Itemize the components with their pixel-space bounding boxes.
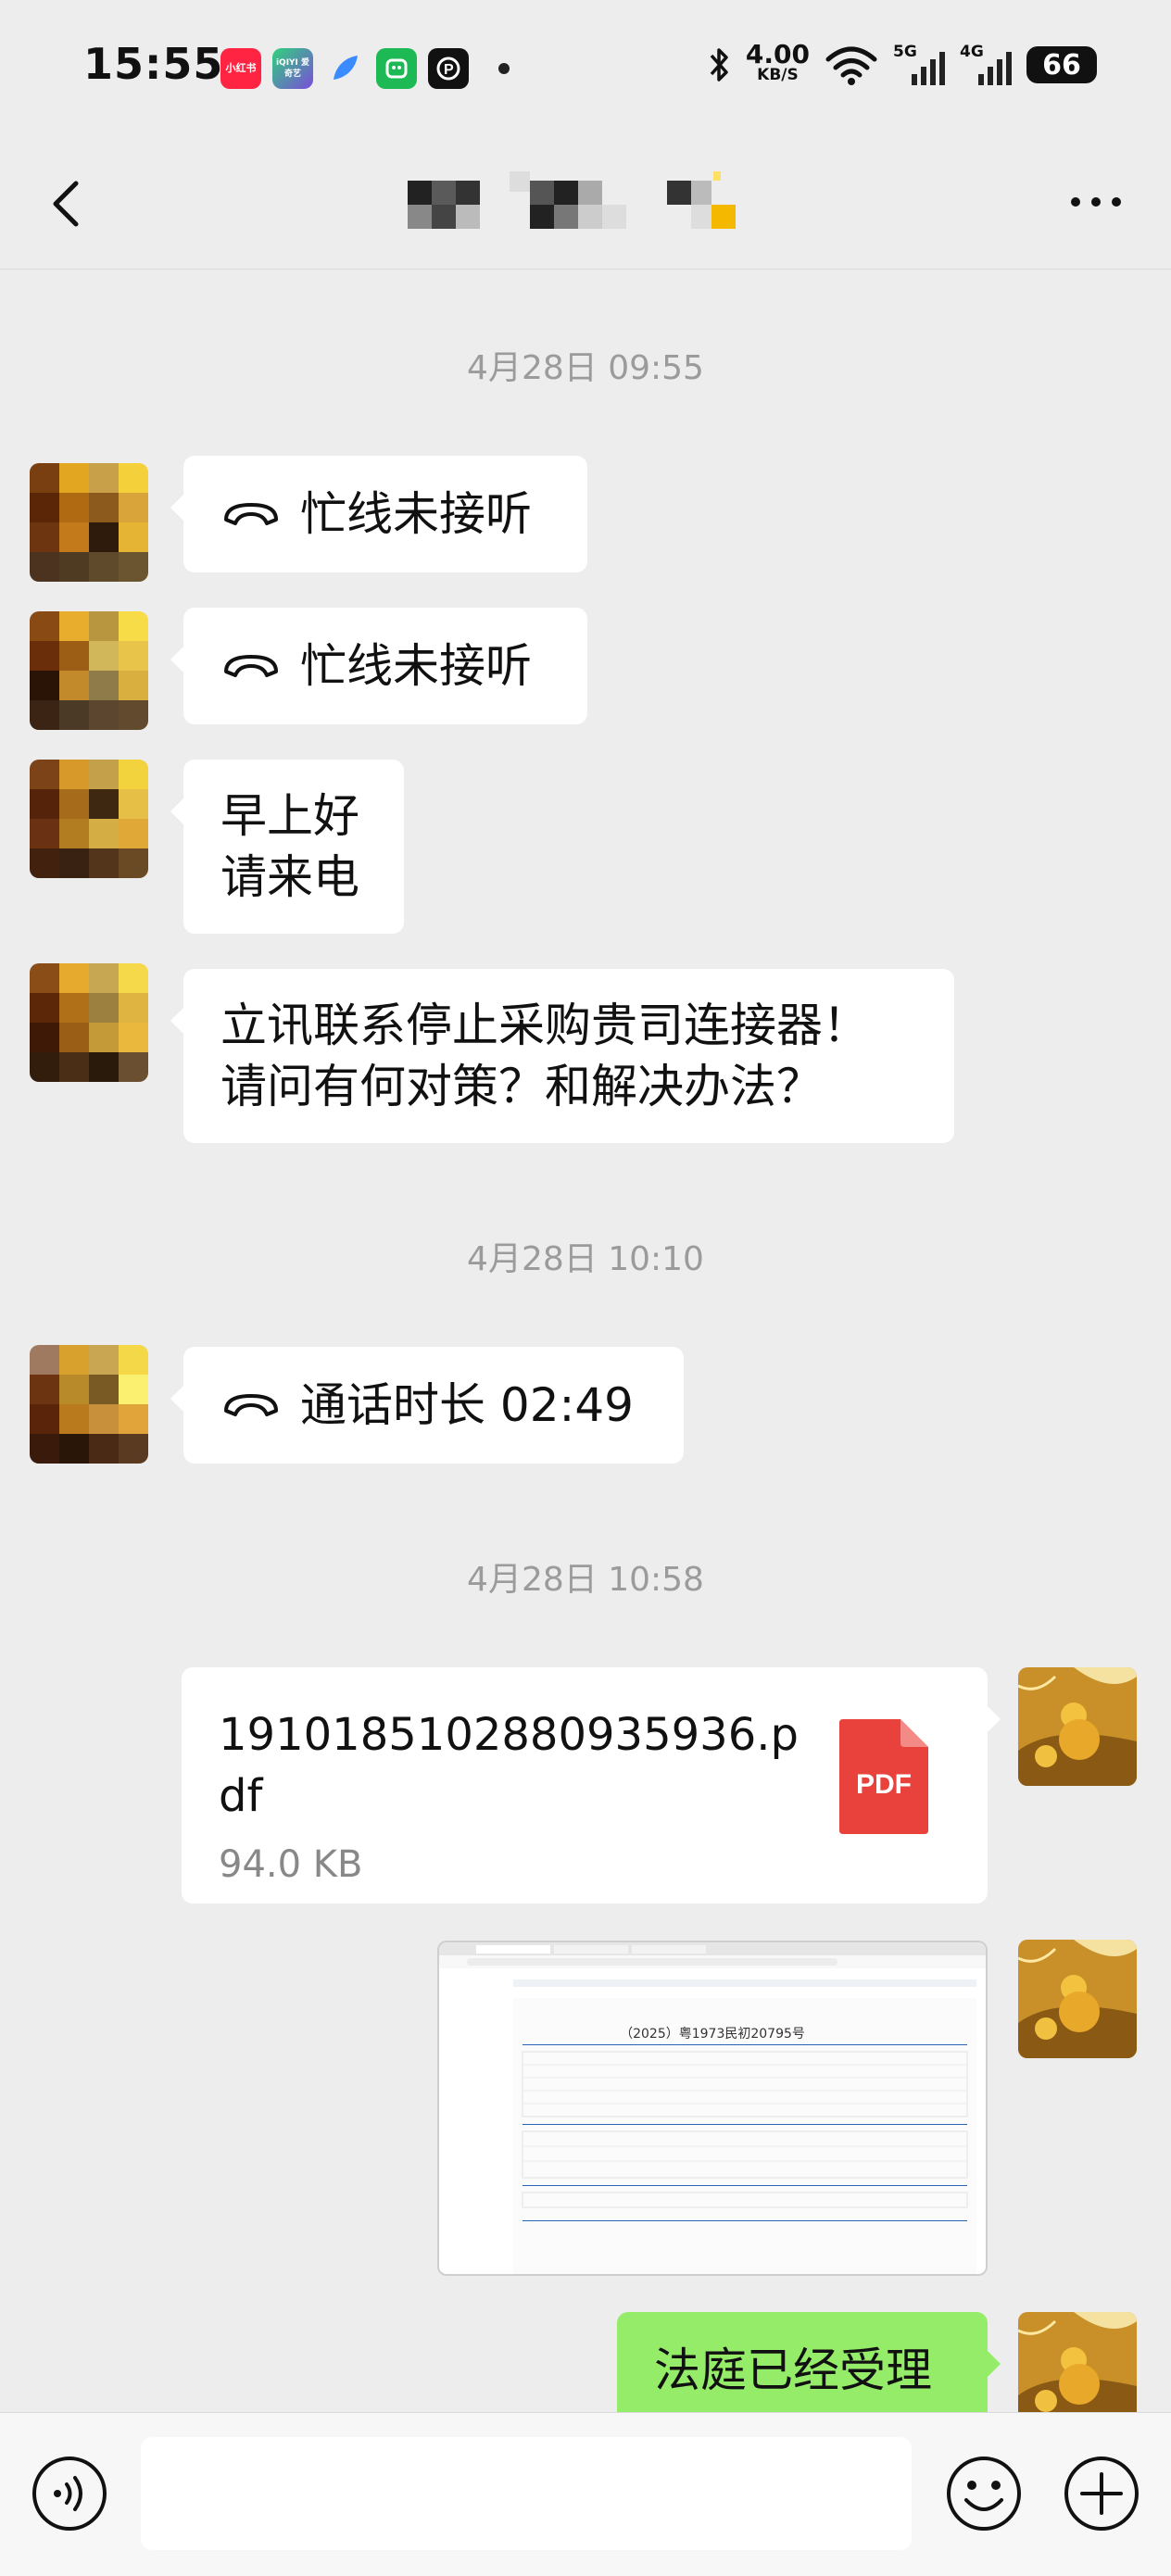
- xiaohongshu-app-icon: 小红书: [220, 48, 261, 89]
- phone-hangup-icon: [224, 1394, 278, 1416]
- wifi-icon: [825, 46, 877, 85]
- bluetooth-icon: [710, 48, 728, 82]
- contact-avatar[interactable]: [30, 760, 148, 878]
- mijia-app-icon: [376, 48, 417, 89]
- notification-dot: [498, 63, 510, 74]
- my-avatar-gourd[interactable]: [1018, 1940, 1137, 2058]
- status-time: 15:55: [83, 39, 224, 89]
- phone-hangup-icon: [224, 503, 278, 525]
- back-arrow-icon[interactable]: [41, 176, 96, 232]
- missed-call-bubble[interactable]: 忙线未接听: [170, 608, 587, 724]
- court-screenshot-image[interactable]: （2025）粤1973民初20795号: [437, 1941, 988, 2276]
- message-text-line: 立讯联系停止采购贵司连接器！: [220, 999, 869, 1052]
- signal-5g: 5G: [893, 43, 945, 87]
- message-text-line: 请问有何对策？和解决办法？: [220, 1060, 823, 1113]
- call-record-bubble[interactable]: 通话时长 02:49: [170, 1347, 684, 1464]
- my-avatar-gourd[interactable]: [1018, 1667, 1137, 1786]
- status-indicators: 4.00 KB/S 5G 4G 66: [709, 39, 1097, 87]
- pdf-type-label: PDF: [856, 1769, 912, 1800]
- text-message-bubble[interactable]: 立讯联系停止采购贵司连接器！ 请问有何对策？和解决办法？: [170, 969, 954, 1143]
- call-status-text: 忙线未接听: [300, 639, 532, 693]
- svg-text:P: P: [444, 62, 454, 78]
- timestamp: 4月28日 10:10: [467, 1240, 704, 1278]
- signal-4g: 4G: [960, 43, 1012, 87]
- status-bar: 15:55 小红书 iQIYI 爱奇艺 P 4.00 KB/S 5G 4G 66: [0, 0, 1171, 139]
- timestamp: 4月28日 10:58: [467, 1561, 704, 1599]
- contact-avatar[interactable]: [30, 611, 148, 730]
- p-app-icon: P: [428, 48, 469, 89]
- document-title: （2025）粤1973民初20795号: [620, 2027, 805, 2042]
- message-input-bar: [0, 2412, 1171, 2576]
- more-options-icon[interactable]: [1064, 183, 1128, 220]
- plus-icon[interactable]: [1062, 2454, 1141, 2533]
- network-speed: 4.00 KB/S: [745, 39, 810, 85]
- message-text-line: 早上好: [220, 789, 359, 843]
- call-duration-text: 通话时长 02:49: [300, 1378, 634, 1432]
- iqiyi-app-icon: iQIYI 爱奇艺: [272, 48, 313, 89]
- emoji-icon[interactable]: [944, 2454, 1024, 2533]
- battery-indicator: 66: [1026, 46, 1097, 83]
- contact-name-pixelated: [408, 171, 736, 229]
- file-size: 94.0 KB: [219, 1843, 363, 1886]
- contact-avatar[interactable]: [30, 963, 148, 1082]
- notification-app-icons: 小红书 iQIYI 爱奇艺 P: [220, 48, 510, 89]
- missed-call-bubble[interactable]: 忙线未接听: [170, 456, 587, 572]
- file-name: 19101851028809359​36.pdf: [219, 1709, 799, 1822]
- timestamp: 4月28日 09:55: [467, 349, 704, 387]
- call-status-text: 忙线未接听: [300, 487, 532, 541]
- screenshot-preview: [439, 1942, 986, 2274]
- contact-avatar[interactable]: [30, 1345, 148, 1464]
- phone-hangup-icon: [224, 655, 278, 677]
- message-text-line: 请来电: [220, 850, 359, 904]
- contact-avatar[interactable]: [30, 463, 148, 582]
- feather-app-icon: [324, 48, 365, 89]
- signal-bars-icon: [978, 52, 1012, 85]
- pdf-file-message[interactable]: 19101851028809359​36.pdf 94.0 KB PDF: [182, 1667, 1001, 1904]
- message-text-input[interactable]: [141, 2437, 912, 2550]
- message-text-line: 法庭已经受理: [654, 2344, 932, 2397]
- voice-input-icon[interactable]: [30, 2454, 109, 2533]
- signal-bars-icon: [912, 52, 945, 85]
- chat-header: [0, 139, 1171, 270]
- text-message-bubble[interactable]: 早上好 请来电: [170, 760, 404, 934]
